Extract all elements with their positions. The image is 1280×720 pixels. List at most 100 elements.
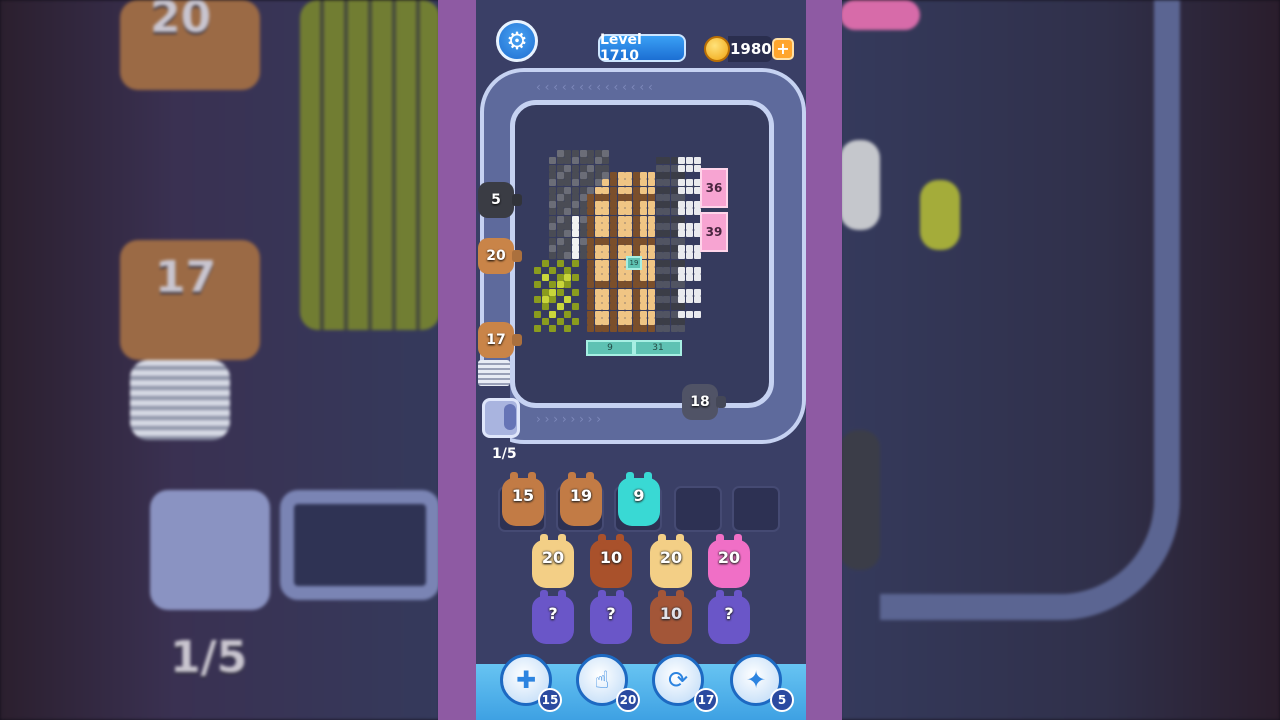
pink-block-stack: 39 (700, 212, 728, 252)
pig-count: 19 (569, 486, 593, 505)
queue-pig[interactable]: 20 (532, 534, 574, 588)
slot-pig[interactable]: 15 (502, 472, 544, 526)
pixel-cell (686, 310, 693, 318)
queue-pig[interactable]: 20 (650, 534, 692, 588)
pixel-cell (648, 223, 655, 230)
pixel-cell (549, 310, 557, 318)
pixel-cell (670, 215, 678, 223)
pixel-cell (587, 215, 595, 223)
pixel-cell (549, 171, 557, 179)
pixel-cell (556, 157, 564, 165)
pixel-cell (648, 288, 655, 296)
belt-shooter[interactable]: 20 (478, 238, 514, 274)
belt-shooter[interactable]: 18 (682, 384, 718, 420)
bg-number: 1/5 (170, 632, 248, 683)
magnet-count: 5 (770, 688, 794, 712)
pixel-cell (663, 171, 671, 179)
pixel-cell (625, 296, 633, 303)
pixel-cell (648, 179, 655, 187)
pixel-cell (587, 223, 595, 230)
pixel-cell (625, 288, 633, 296)
pixel-cell (549, 223, 557, 230)
pixel-cell (564, 274, 572, 282)
pixel-cell (678, 223, 686, 230)
game-area: ⚙ Level 1710 1980 + ‹ ‹ ‹ ‹ ‹ ‹ ‹ ‹ ‹ ‹ … (476, 0, 806, 720)
pixel-cell (579, 164, 587, 172)
bg-number: 20 (150, 0, 212, 43)
pixel-cell (648, 296, 655, 303)
pixel-cell (678, 259, 686, 267)
belt-shooter[interactable]: 5 (478, 182, 514, 218)
pixel-cell (640, 310, 648, 318)
pixel-cell (610, 186, 617, 194)
pixel-cell (632, 230, 640, 238)
pixel-cell (549, 288, 557, 296)
pixel-cell (579, 193, 587, 201)
pixel-cell (625, 237, 633, 245)
pixel-cell (610, 244, 617, 252)
pixel-cell (556, 179, 564, 187)
pixel-cell (670, 223, 678, 230)
pixel-cell (572, 223, 579, 230)
pixel-cell (617, 281, 625, 289)
pixel-cell (610, 325, 617, 333)
pixel-cell (678, 164, 686, 172)
magnet-icon: ✦ (745, 666, 767, 694)
pixel-cell (610, 310, 617, 318)
pixel-cell (663, 310, 671, 318)
queue-pig[interactable]: 10 (590, 534, 632, 588)
pixel-cell (556, 244, 564, 252)
pixel-cell (610, 259, 617, 267)
pixel-cell (602, 223, 610, 230)
pixel-cell (686, 244, 693, 252)
pixel-cell (632, 281, 640, 289)
pixel-cell (632, 223, 640, 230)
pixel-cell (648, 325, 655, 333)
pixel-cell (617, 208, 625, 216)
slot-pig[interactable]: 19 (560, 472, 602, 526)
pixel-cell (640, 244, 648, 252)
pixel-cell (670, 244, 678, 252)
pixel-cell (556, 237, 564, 245)
pixel-cell (610, 230, 617, 238)
pixel-cell (648, 252, 655, 260)
queue-pig-mystery[interactable]: ? (590, 590, 632, 644)
pixel-cell (625, 230, 633, 238)
pixel-cell (617, 244, 625, 252)
queue-pig-mystery[interactable]: ? (532, 590, 574, 644)
pig-count: 20 (659, 548, 683, 567)
pixel-cell (632, 208, 640, 216)
queue-pig[interactable]: 10 (650, 590, 692, 644)
shooter-count: 5 (491, 192, 501, 208)
queue-pig-mystery[interactable]: ? (708, 590, 750, 644)
pixel-cell (594, 296, 602, 303)
pixel-cell (564, 296, 572, 303)
pixel-cell (625, 201, 633, 209)
tray-stack (478, 360, 510, 386)
add-slot-icon: ✚ (515, 666, 537, 694)
queue-pig[interactable]: 20 (708, 534, 750, 588)
settings-gear-icon[interactable]: ⚙ (496, 20, 538, 62)
pixel-cell (587, 296, 595, 303)
pixel-cell (572, 230, 579, 238)
pixel-cell (632, 215, 640, 223)
pixel-cell (572, 208, 579, 216)
slot-pig[interactable]: 9 (618, 472, 660, 526)
pixel-cell (686, 223, 693, 230)
pixel-cell (663, 223, 671, 230)
pixel-cell (549, 230, 557, 238)
add-coins-button[interactable]: + (772, 38, 794, 60)
pixel-cell (686, 186, 693, 194)
belt-shooter[interactable]: 17 (478, 322, 514, 358)
pixel-cell (602, 230, 610, 238)
pixel-cell (655, 157, 663, 165)
pixel-cell (617, 193, 625, 201)
pixel-cell (579, 201, 587, 209)
pixel-cell (617, 230, 625, 238)
pixel-cell (655, 186, 663, 194)
pixel-cell (579, 215, 587, 223)
pixel-cell (610, 281, 617, 289)
pixel-cell (602, 186, 610, 194)
pixel-cell (610, 201, 617, 209)
pixel-cell (678, 230, 686, 238)
